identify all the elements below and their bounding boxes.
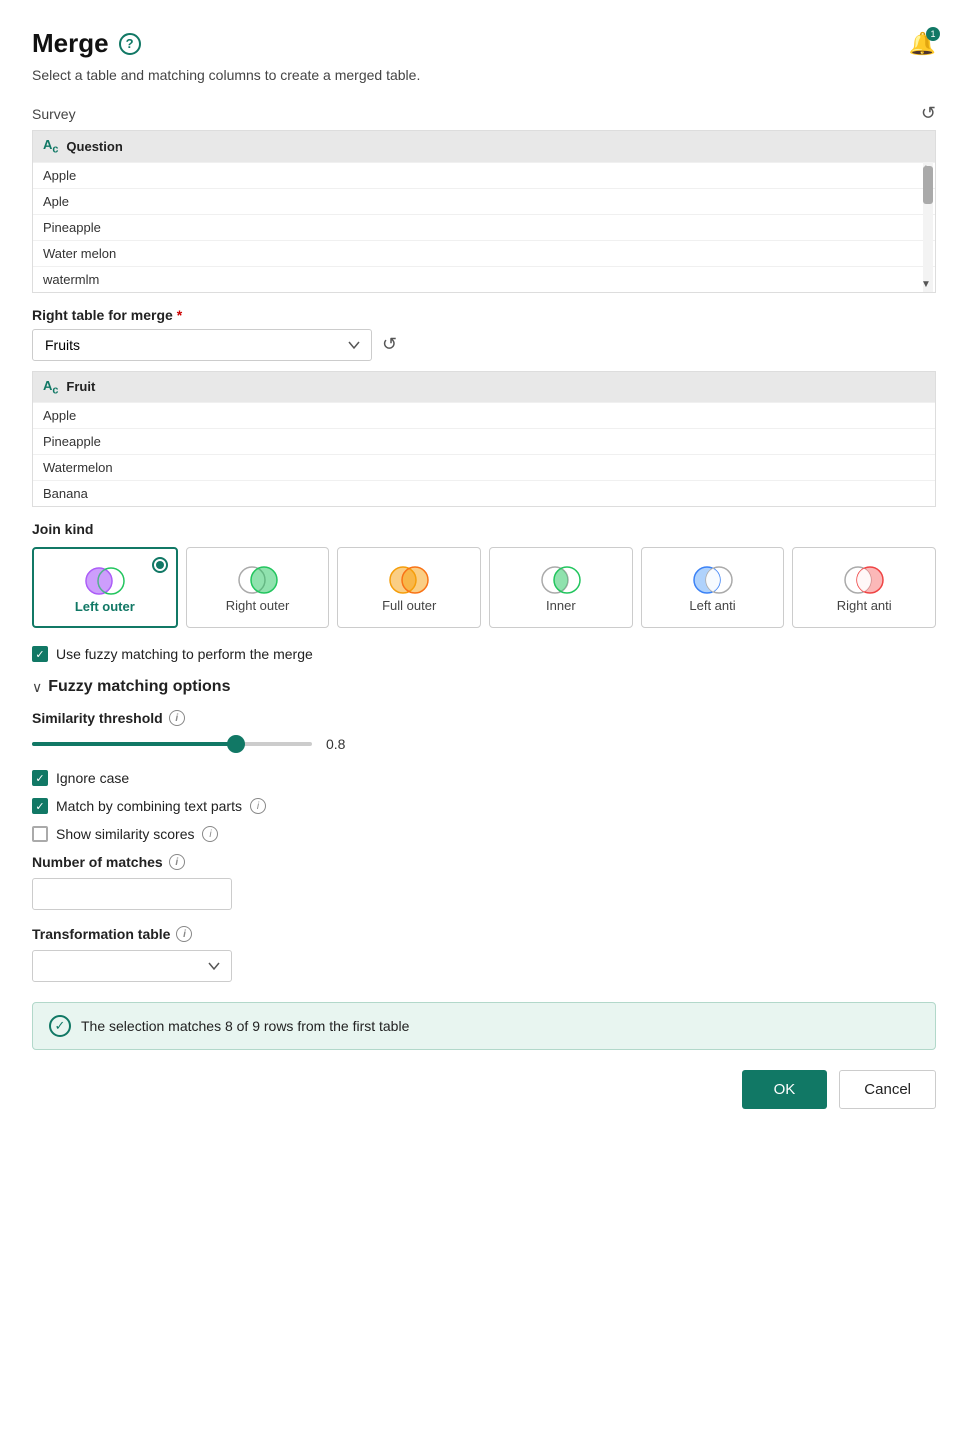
required-star: * xyxy=(177,307,182,323)
number-of-matches-group: Number of matches i xyxy=(32,854,936,910)
right-table-dropdown-row: Fruits ↺ xyxy=(32,329,936,361)
join-left-outer-label: Left outer xyxy=(75,599,135,614)
scrollbar-thumb[interactable] xyxy=(923,166,933,204)
join-full-outer[interactable]: Full outer xyxy=(337,547,481,628)
fuzzy-check-icon: ✓ xyxy=(35,648,44,661)
ignore-case-label: Ignore case xyxy=(56,770,129,786)
join-full-outer-label: Full outer xyxy=(382,598,436,613)
dialog-subtitle: Select a table and matching columns to c… xyxy=(32,67,936,83)
join-kinds-container: Left outer Right outer Full outer xyxy=(32,547,936,628)
survey-label: Survey ↺ xyxy=(32,103,936,124)
scroll-down-button[interactable]: ▼ xyxy=(919,278,933,292)
match-combining-info-icon[interactable]: i xyxy=(250,798,266,814)
join-left-outer[interactable]: Left outer xyxy=(32,547,178,628)
fuzzy-options-body: Similarity threshold i 0.8 ✓ Ignore case… xyxy=(32,710,936,982)
scrollbar-track: ▲ ▼ xyxy=(923,162,933,292)
fuzzy-section-title: Fuzzy matching options xyxy=(48,678,230,696)
fuzzy-section-header[interactable]: ∨ Fuzzy matching options xyxy=(32,678,936,696)
cancel-button[interactable]: Cancel xyxy=(839,1070,936,1109)
fuzzy-checkbox[interactable]: ✓ xyxy=(32,646,48,662)
footer-buttons: OK Cancel xyxy=(32,1070,936,1109)
join-inner-label: Inner xyxy=(546,598,576,613)
transformation-table-group: Transformation table i xyxy=(32,926,936,982)
join-right-outer[interactable]: Right outer xyxy=(186,547,330,628)
right-table-select[interactable]: Fruits xyxy=(32,329,372,361)
join-left-outer-radio xyxy=(152,557,168,573)
ignore-case-row[interactable]: ✓ Ignore case xyxy=(32,770,936,786)
show-similarity-label: Show similarity scores xyxy=(56,826,194,842)
chevron-down-icon: ∨ xyxy=(32,679,42,696)
fruits-col-icon: Ac xyxy=(43,378,58,397)
slider-fill xyxy=(32,742,236,746)
fruits-col-header: Fruit xyxy=(66,379,95,394)
survey-refresh-button[interactable]: ↺ xyxy=(921,103,936,124)
match-combining-label: Match by combining text parts xyxy=(56,798,242,814)
table-row[interactable]: Aple xyxy=(33,188,935,214)
fruits-table-body: Apple Pineapple Watermelon Banana xyxy=(33,402,935,506)
ignore-case-check-icon: ✓ xyxy=(35,772,44,785)
table-row[interactable]: Pineapple xyxy=(33,428,935,454)
similarity-info-icon[interactable]: i xyxy=(169,710,185,726)
ok-button[interactable]: OK xyxy=(742,1070,828,1109)
right-anti-icon xyxy=(838,562,890,598)
join-right-anti-label: Right anti xyxy=(837,598,892,613)
right-table-refresh-button[interactable]: ↺ xyxy=(382,334,397,355)
similarity-slider[interactable] xyxy=(32,734,312,754)
join-left-anti-label: Left anti xyxy=(689,598,735,613)
show-similarity-info-icon[interactable]: i xyxy=(202,826,218,842)
inner-icon xyxy=(535,562,587,598)
ignore-case-checkbox[interactable]: ✓ xyxy=(32,770,48,786)
left-anti-icon xyxy=(687,562,739,598)
number-of-matches-label: Number of matches i xyxy=(32,854,936,870)
status-text: The selection matches 8 of 9 rows from t… xyxy=(81,1018,409,1034)
survey-col-header: Question xyxy=(66,139,122,154)
fruits-table-header: Ac Fruit xyxy=(33,372,935,403)
table-row[interactable]: Apple xyxy=(33,402,935,428)
survey-label-text: Survey xyxy=(32,106,76,122)
similarity-threshold-label: Similarity threshold i xyxy=(32,710,936,726)
right-table-label: Right table for merge * xyxy=(32,307,936,323)
slider-thumb[interactable] xyxy=(227,735,245,753)
table-row[interactable]: Pineapple xyxy=(33,214,935,240)
match-combining-checkbox[interactable]: ✓ xyxy=(32,798,48,814)
right-outer-icon xyxy=(232,562,284,598)
join-kind-label: Join kind xyxy=(32,521,936,537)
slider-value: 0.8 xyxy=(326,736,356,752)
show-similarity-checkbox[interactable] xyxy=(32,826,48,842)
match-combining-row[interactable]: ✓ Match by combining text parts i xyxy=(32,798,936,814)
survey-table-header: Ac Question xyxy=(33,131,935,162)
number-of-matches-info-icon[interactable]: i xyxy=(169,854,185,870)
match-combining-check-icon: ✓ xyxy=(35,800,44,813)
show-similarity-row[interactable]: Show similarity scores i xyxy=(32,826,936,842)
fuzzy-checkbox-row[interactable]: ✓ Use fuzzy matching to perform the merg… xyxy=(32,646,936,662)
slider-track xyxy=(32,742,312,746)
table-row[interactable]: watermlm xyxy=(33,266,935,292)
table-row[interactable]: Watermelon xyxy=(33,454,935,480)
survey-col-icon: Ac xyxy=(43,137,58,156)
table-row[interactable]: Banana xyxy=(33,480,935,506)
table-row[interactable]: Apple xyxy=(33,162,935,188)
status-bar: ✓ The selection matches 8 of 9 rows from… xyxy=(32,1002,936,1050)
join-right-anti[interactable]: Right anti xyxy=(792,547,936,628)
bell-icon[interactable]: 🔔 1 xyxy=(909,31,936,57)
survey-table-body: Apple Aple Pineapple Water melon waterml… xyxy=(33,162,935,292)
join-right-outer-label: Right outer xyxy=(226,598,290,613)
fruits-table: Ac Fruit Apple Pineapple Watermelon Bana… xyxy=(32,371,936,508)
join-left-anti[interactable]: Left anti xyxy=(641,547,785,628)
join-inner[interactable]: Inner xyxy=(489,547,633,628)
status-check-icon: ✓ xyxy=(49,1015,71,1037)
fuzzy-checkbox-label: Use fuzzy matching to perform the merge xyxy=(56,646,313,662)
survey-table: Ac Question Apple Aple Pineapple Water m… xyxy=(32,130,936,293)
table-row[interactable]: Water melon xyxy=(33,240,935,266)
similarity-slider-row: 0.8 xyxy=(32,734,936,754)
left-outer-icon xyxy=(79,563,131,599)
transformation-table-info-icon[interactable]: i xyxy=(176,926,192,942)
transformation-table-label: Transformation table i xyxy=(32,926,936,942)
number-of-matches-input[interactable] xyxy=(32,878,232,910)
help-icon[interactable]: ? xyxy=(119,33,141,55)
dialog-title: Merge xyxy=(32,28,109,59)
transformation-table-select[interactable] xyxy=(32,950,232,982)
full-outer-icon xyxy=(383,562,435,598)
bell-badge: 1 xyxy=(926,27,940,41)
